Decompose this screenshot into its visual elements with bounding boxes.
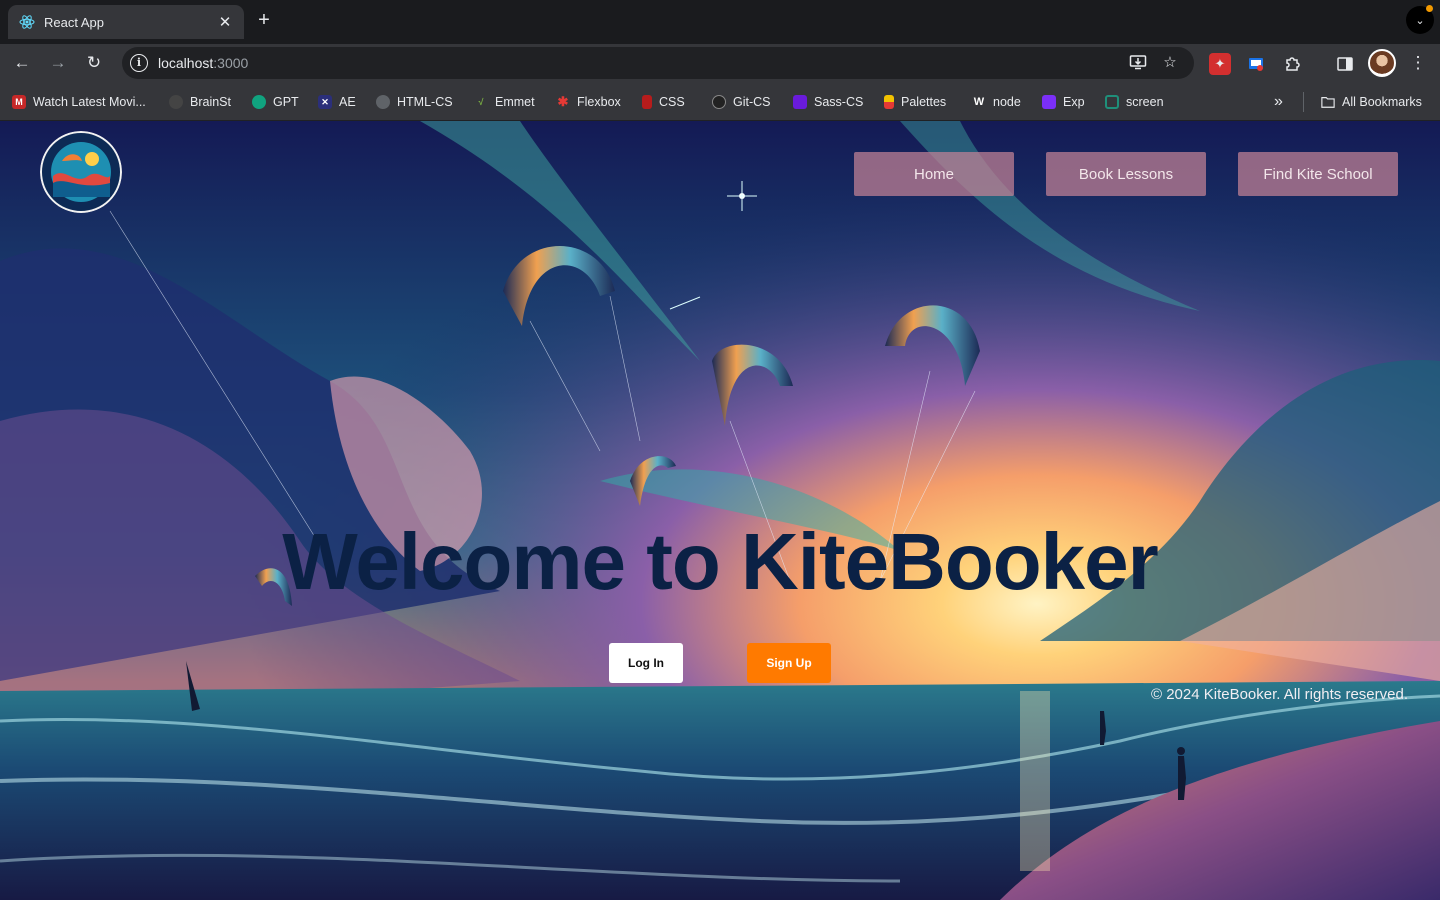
bookmark-label: Exp xyxy=(1063,95,1085,109)
page-viewport: Home Book Lessons Find Kite School Welco… xyxy=(0,121,1440,900)
bookmark-label: node xyxy=(993,95,1021,109)
bookmark-item[interactable]: Sass-CS xyxy=(793,93,863,111)
bookmark-item[interactable]: BrainSt xyxy=(169,93,231,111)
bookmark-item[interactable]: √ Emmet xyxy=(474,93,535,111)
browser-menu-icon[interactable]: ⋮ xyxy=(1405,50,1431,76)
bookmark-label: CSS xyxy=(659,95,685,109)
more-bookmarks-icon[interactable]: » xyxy=(1274,93,1283,111)
kitebooker-logo[interactable] xyxy=(40,131,122,213)
w-icon: W xyxy=(973,96,985,108)
bookmark-label: Palettes xyxy=(901,95,947,109)
back-arrow-icon[interactable]: ← xyxy=(9,50,35,76)
react-icon xyxy=(18,13,36,31)
bookmark-item[interactable]: W node xyxy=(972,93,1021,111)
bookmark-item[interactable]: Palettes xyxy=(884,93,946,111)
flexbox-icon: ✱ xyxy=(557,94,569,109)
nav-book-lessons-button[interactable]: Book Lessons xyxy=(1046,152,1206,196)
profile-avatar[interactable] xyxy=(1368,49,1396,77)
exp-icon xyxy=(1042,95,1056,109)
bookmark-item[interactable]: ✕ AE xyxy=(318,93,356,111)
bookmark-label: Flexbox xyxy=(577,95,621,109)
hero-background-image xyxy=(0,121,1440,900)
bookmark-label: Git-CS xyxy=(733,95,771,109)
bookmarks-bar: M Watch Latest Movi... BrainSt GPT ✕ AE … xyxy=(0,82,1440,121)
bookmark-label: screen xyxy=(1126,95,1164,109)
browser-toolbar: ← → ↻ i localhost:3000 ☆ ✦ ⋮ xyxy=(0,44,1440,82)
bookmark-item[interactable]: HTML-CS xyxy=(376,93,453,111)
bookmark-label: GPT xyxy=(273,95,299,109)
nav-home-button[interactable]: Home xyxy=(854,152,1014,196)
bookmark-label: AE xyxy=(339,95,356,109)
bookmark-label: Emmet xyxy=(495,95,535,109)
bookmark-label: Watch Latest Movi... xyxy=(33,95,146,109)
emmet-icon: √ xyxy=(478,97,484,107)
side-panel-icon[interactable] xyxy=(1334,53,1356,75)
brain-icon xyxy=(169,95,183,109)
sass-icon xyxy=(793,95,807,109)
globe-icon xyxy=(376,95,390,109)
all-bookmarks-label: All Bookmarks xyxy=(1342,95,1422,109)
bookmark-item[interactable]: Exp xyxy=(1042,93,1085,111)
bookmark-label: BrainSt xyxy=(190,95,231,109)
all-bookmarks-button[interactable]: All Bookmarks xyxy=(1321,93,1422,111)
folder-icon xyxy=(1321,95,1335,109)
browser-tab[interactable]: React App ✕ xyxy=(8,5,244,39)
chevron-down-icon: ⌄ xyxy=(1415,14,1425,27)
hero-headline: Welcome to KiteBooker xyxy=(282,517,1158,606)
bookmarks-divider xyxy=(1303,92,1304,112)
bookmark-label: Sass-CS xyxy=(814,95,864,109)
url-host: localhost xyxy=(158,55,214,71)
bookmark-label: HTML-CS xyxy=(397,95,453,109)
bookmark-star-icon[interactable]: ☆ xyxy=(1160,53,1180,73)
openai-icon xyxy=(252,95,266,109)
bookmark-item[interactable]: screen xyxy=(1105,93,1164,111)
nav-find-kite-school-button[interactable]: Find Kite School xyxy=(1238,152,1398,196)
copyright-text: © 2024 KiteBooker. All rights reserved. xyxy=(1150,686,1408,703)
palette-icon xyxy=(884,95,894,109)
ae-icon: ✕ xyxy=(318,95,332,109)
reload-icon[interactable]: ↻ xyxy=(81,50,107,76)
bookmark-item[interactable]: CSS xyxy=(642,93,685,111)
login-button[interactable]: Log In xyxy=(609,643,683,683)
site-info-icon[interactable]: i xyxy=(130,54,148,72)
bookmark-item[interactable]: Git-CS xyxy=(712,93,771,111)
tab-search-button[interactable]: ⌄ xyxy=(1406,5,1434,34)
bookmark-item[interactable]: GPT xyxy=(252,93,299,111)
extensions-puzzle-icon[interactable] xyxy=(1281,53,1303,75)
tab-strip: React App ✕ + ⌄ xyxy=(0,0,1440,44)
extension-screen-icon[interactable] xyxy=(1245,53,1267,75)
extension-red-icon[interactable]: ✦ xyxy=(1209,53,1231,75)
install-app-icon[interactable] xyxy=(1128,53,1148,73)
signup-button[interactable]: Sign Up xyxy=(747,643,831,683)
bookmark-item[interactable]: ✱ Flexbox xyxy=(556,93,621,111)
close-tab-icon[interactable]: ✕ xyxy=(216,13,234,31)
tab-title: React App xyxy=(44,14,104,30)
bookmark-item[interactable]: M Watch Latest Movi... xyxy=(12,93,146,111)
css-icon xyxy=(642,95,652,109)
screen-icon xyxy=(1105,95,1119,109)
forward-arrow-icon[interactable]: → xyxy=(45,50,71,76)
notification-dot xyxy=(1426,5,1433,12)
address-bar[interactable]: i localhost:3000 ☆ xyxy=(122,47,1194,79)
movie-icon: M xyxy=(12,95,26,109)
github-icon xyxy=(712,95,726,109)
new-tab-button[interactable]: + xyxy=(252,9,276,33)
url-port: :3000 xyxy=(213,55,249,71)
